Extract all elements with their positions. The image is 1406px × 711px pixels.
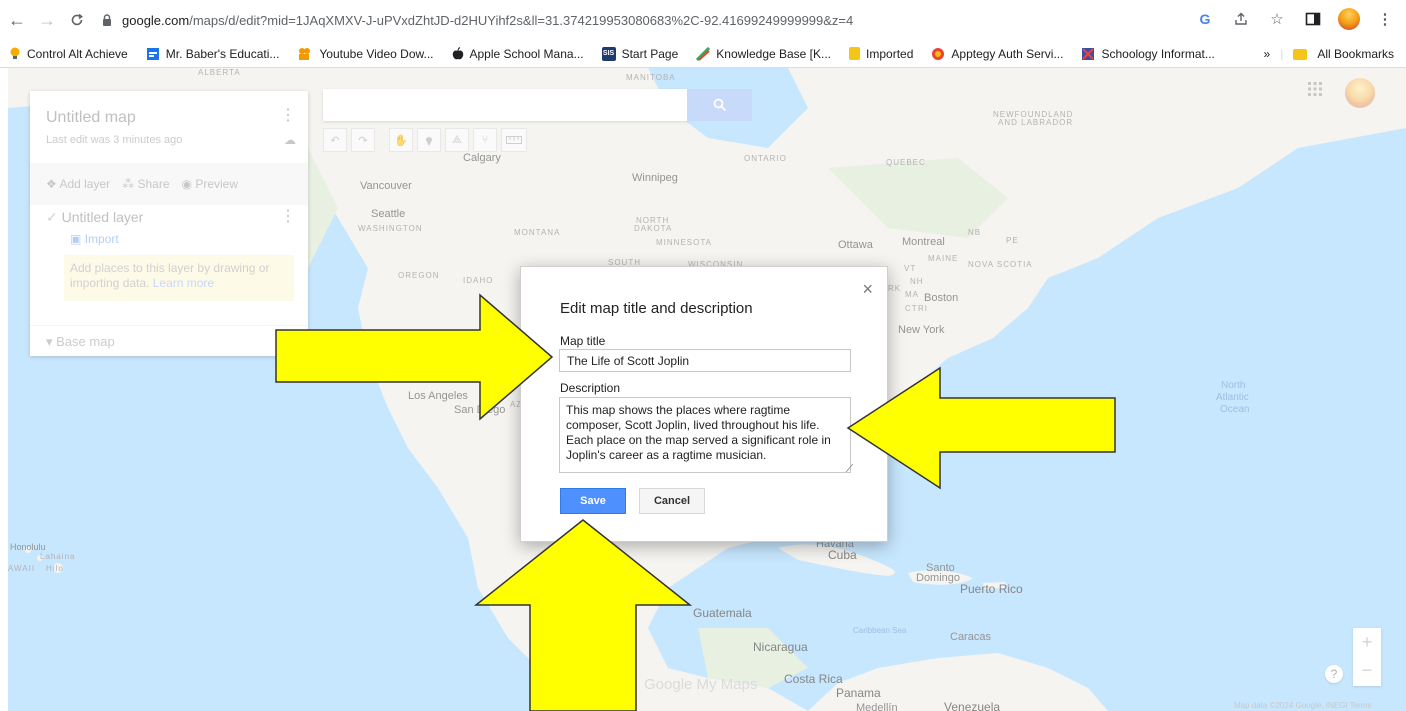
bookmark-control-alt-achieve[interactable]: Control Alt Achieve: [0, 47, 137, 61]
all-bookmarks-button[interactable]: All Bookmarks: [1317, 47, 1394, 61]
dialog-close-button[interactable]: ×: [862, 279, 873, 300]
side-panel-button[interactable]: [1302, 8, 1324, 30]
google-g-icon: G: [1199, 11, 1211, 27]
profile-avatar[interactable]: [1338, 8, 1360, 30]
map-title-input[interactable]: [559, 349, 851, 372]
bookmarks-bar: Control Alt Achieve Mr. Baber's Educati.…: [0, 40, 1406, 68]
kebab-menu-icon: ⋮: [1377, 11, 1393, 28]
address-bar[interactable]: google.com/maps/d/edit?mid=1JAqXMXV-J-uP…: [100, 6, 1190, 34]
knowledge-base-icon: [696, 46, 711, 61]
apptegy-icon: [932, 47, 945, 60]
video-camera-icon: [299, 47, 311, 60]
calendar-icon: [146, 47, 159, 60]
url-host: google.com: [122, 12, 190, 28]
lock-icon: [103, 14, 111, 26]
google-lens-button[interactable]: G: [1194, 8, 1216, 30]
map-title-label: Map title: [560, 334, 606, 348]
dialog-title: Edit map title and description: [560, 300, 753, 317]
bookmark-star-button[interactable]: ☆: [1266, 8, 1288, 30]
browser-menu-button[interactable]: ⋮: [1374, 8, 1396, 30]
lightbulb-icon: [10, 47, 20, 59]
bookmarks-overflow-button[interactable]: »: [1264, 47, 1271, 61]
browser-actions: G ☆ ⋮: [1194, 8, 1396, 30]
edit-title-dialog: × Edit map title and description Map tit…: [520, 266, 888, 542]
description-textarea[interactable]: This map shows the places where ragtime …: [559, 397, 851, 473]
bookmark-mr-baber[interactable]: Mr. Baber's Educati...: [137, 47, 289, 61]
cancel-button[interactable]: Cancel: [639, 488, 705, 514]
screenshot-root: ← → google.com/maps/d/edit?mid=1JAqXMXV-…: [0, 0, 1406, 711]
forward-button[interactable]: →: [34, 7, 60, 33]
back-arrow-icon: ←: [8, 9, 26, 30]
browser-toolbar: ← → google.com/maps/d/edit?mid=1JAqXMXV-…: [0, 0, 1406, 40]
bookmark-youtube-video-downloader[interactable]: Youtube Video Dow...: [288, 47, 442, 61]
bookmark-imported-folder[interactable]: Imported: [840, 47, 922, 61]
bookmark-apptegy-auth[interactable]: Apptegy Auth Servi...: [922, 47, 1072, 61]
bookmarks-right: » | All Bookmarks: [1264, 40, 1395, 68]
all-bookmarks-folder-icon: [1293, 48, 1308, 60]
schoology-icon: [1082, 47, 1095, 60]
apple-icon: [452, 46, 463, 59]
bookmark-start-page[interactable]: SIS Start Page: [593, 46, 688, 61]
reload-button[interactable]: [64, 7, 90, 33]
bookmark-schoology-information[interactable]: Schoology Informat...: [1072, 47, 1223, 61]
forward-arrow-icon: →: [38, 9, 56, 30]
description-label: Description: [560, 381, 621, 395]
reload-icon: [71, 13, 83, 26]
sis-icon: SIS: [601, 46, 616, 61]
side-panel-icon: [1305, 12, 1321, 26]
share-icon: [1235, 12, 1247, 25]
save-button[interactable]: Save: [560, 488, 626, 514]
bookmark-apple-school-manager[interactable]: Apple School Mana...: [443, 47, 593, 61]
url-path: /maps/d/edit?mid=1JAqXMXV-J-uPVxdZhtJD-d…: [189, 12, 854, 28]
bookmarks-divider: |: [1280, 47, 1284, 61]
back-button[interactable]: ←: [4, 7, 30, 33]
share-page-button[interactable]: [1230, 8, 1252, 30]
bookmark-knowledge-base[interactable]: Knowledge Base [K...: [687, 46, 840, 61]
folder-icon: [849, 47, 861, 60]
star-icon: ☆: [1270, 11, 1284, 28]
